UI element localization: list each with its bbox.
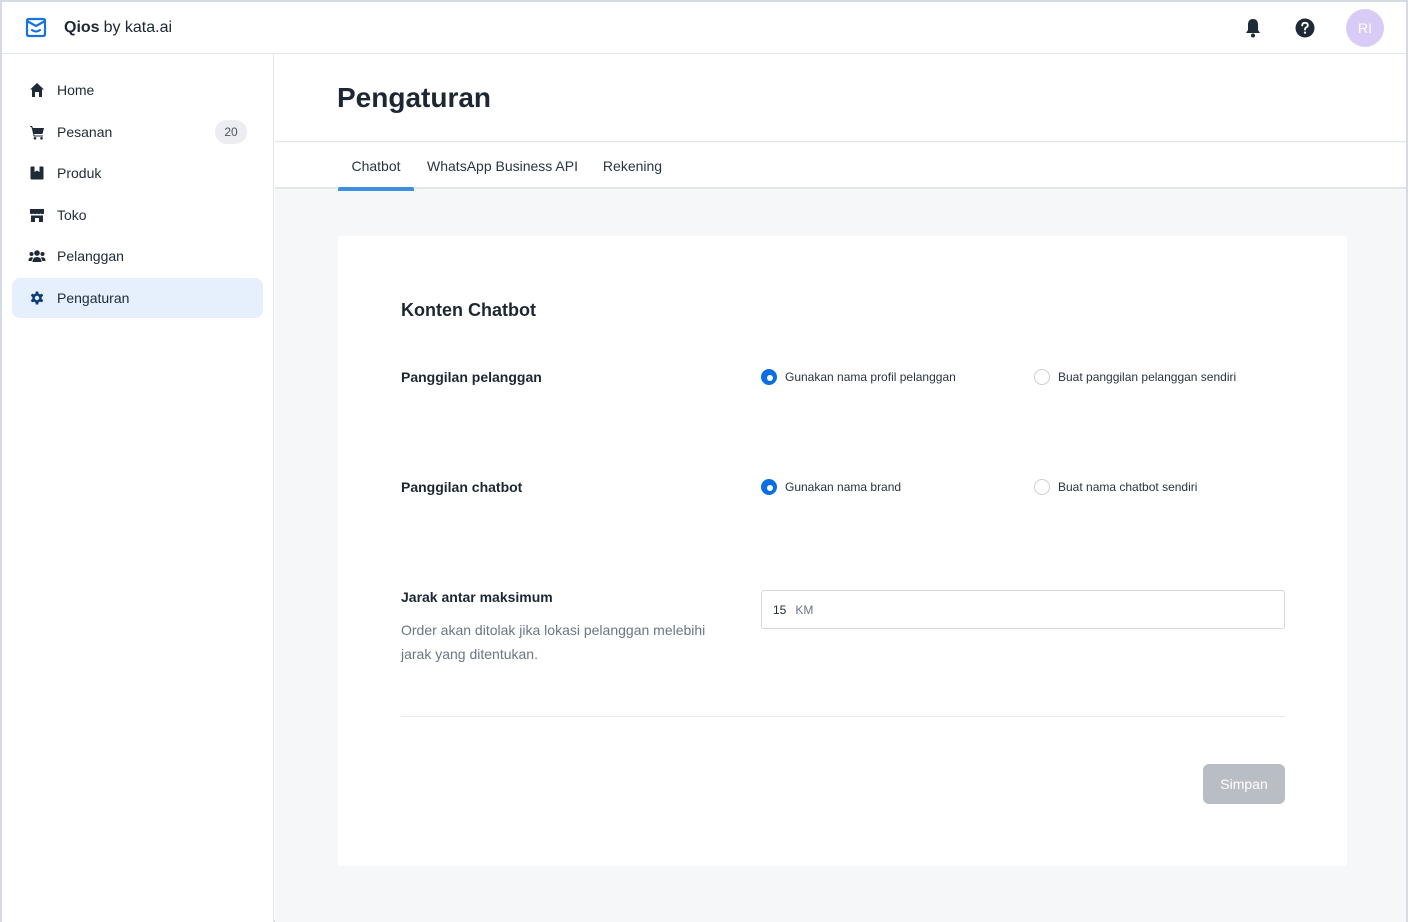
radio-button[interactable] — [1034, 479, 1050, 495]
sidebar-item-pelanggan[interactable]: Pelanggan — [12, 236, 263, 276]
qios-logo-icon — [24, 16, 48, 40]
sidebar-item-label: Produk — [57, 165, 102, 182]
help-icon[interactable] — [1294, 17, 1316, 39]
sidebar-item-label: Pengaturan — [57, 289, 130, 306]
cart-icon — [28, 123, 46, 141]
top-bar: Qios by kata.ai RI — [2, 2, 1406, 54]
home-icon — [28, 81, 46, 99]
divider — [401, 716, 1285, 717]
sidebar-item-home[interactable]: Home — [12, 70, 263, 110]
page-header: Pengaturan — [275, 54, 1406, 142]
bell-icon[interactable] — [1242, 17, 1264, 39]
radio-option-customer-profile-name[interactable]: Gunakan nama profil pelanggan — [761, 369, 956, 385]
sidebar: Home Pesanan 20 Produk Toko Pelanggan Pe… — [2, 54, 274, 922]
gear-icon — [28, 289, 46, 307]
sidebar-item-produk[interactable]: Produk — [12, 153, 263, 193]
sidebar-item-label: Pesanan — [57, 123, 113, 140]
max-distance-input[interactable]: 15 KM — [761, 590, 1285, 629]
radio-label: Gunakan nama brand — [785, 480, 902, 494]
tab-whatsapp-business-api[interactable]: WhatsApp Business API — [426, 143, 579, 189]
settings-card: Konten Chatbot Panggilan pelanggan Gunak… — [338, 236, 1347, 866]
brand[interactable]: Qios by kata.ai — [24, 16, 172, 40]
sidebar-item-pesanan[interactable]: Pesanan 20 — [12, 112, 263, 152]
sidebar-item-label: Toko — [57, 206, 87, 223]
save-button[interactable]: Simpan — [1203, 764, 1285, 804]
radio-option-custom-customer-call[interactable]: Buat panggilan pelanggan sendiri — [1034, 369, 1236, 385]
store-icon — [28, 206, 46, 224]
top-actions: RI — [1242, 9, 1384, 47]
radio-button-checked[interactable] — [761, 479, 777, 495]
max-distance-label: Jarak antar maksimum — [401, 589, 553, 605]
section-title: Konten Chatbot — [401, 300, 536, 320]
tab-label: Rekening — [602, 158, 663, 174]
radio-label: Gunakan nama profil pelanggan — [785, 370, 956, 384]
radio-option-custom-chatbot-name[interactable]: Buat nama chatbot sendiri — [1034, 479, 1197, 495]
avatar[interactable]: RI — [1346, 9, 1384, 47]
distance-unit: KM — [795, 602, 814, 617]
chatbot-call-label: Panggilan chatbot — [401, 479, 523, 495]
tab-rekening[interactable]: Rekening — [601, 143, 664, 189]
page-title: Pengaturan — [337, 82, 492, 113]
tab-chatbot[interactable]: Chatbot — [338, 143, 414, 191]
main-content: Pengaturan Chatbot WhatsApp Business API… — [275, 54, 1406, 922]
sidebar-item-label: Pelanggan — [57, 248, 124, 265]
radio-button-checked[interactable] — [761, 369, 777, 385]
box-icon — [28, 164, 46, 182]
tab-label: WhatsApp Business API — [427, 158, 578, 174]
tab-bar: Chatbot WhatsApp Business API Rekening — [275, 143, 1406, 191]
sidebar-item-pengaturan[interactable]: Pengaturan — [12, 277, 263, 318]
sidebar-item-label: Home — [57, 82, 95, 98]
max-distance-help: Order akan ditolak jika lokasi pelanggan… — [401, 622, 706, 662]
brand-subtitle: by kata.ai — [103, 18, 173, 36]
radio-label: Buat panggilan pelanggan sendiri — [1058, 370, 1237, 384]
radio-option-brand-name[interactable]: Gunakan nama brand — [761, 479, 901, 495]
distance-value: 15 — [773, 602, 787, 617]
sidebar-item-toko[interactable]: Toko — [12, 195, 263, 235]
radio-label: Buat nama chatbot sendiri — [1058, 480, 1198, 494]
customer-call-label: Panggilan pelanggan — [401, 369, 542, 385]
users-icon — [28, 247, 46, 265]
brand-name: Qios — [64, 18, 100, 36]
tab-label: Chatbot — [351, 158, 401, 174]
count-badge: 20 — [215, 119, 247, 144]
app-window: Qios by kata.ai RI Home Pesanan 20 Produ… — [0, 0, 1408, 922]
radio-button[interactable] — [1034, 369, 1050, 385]
